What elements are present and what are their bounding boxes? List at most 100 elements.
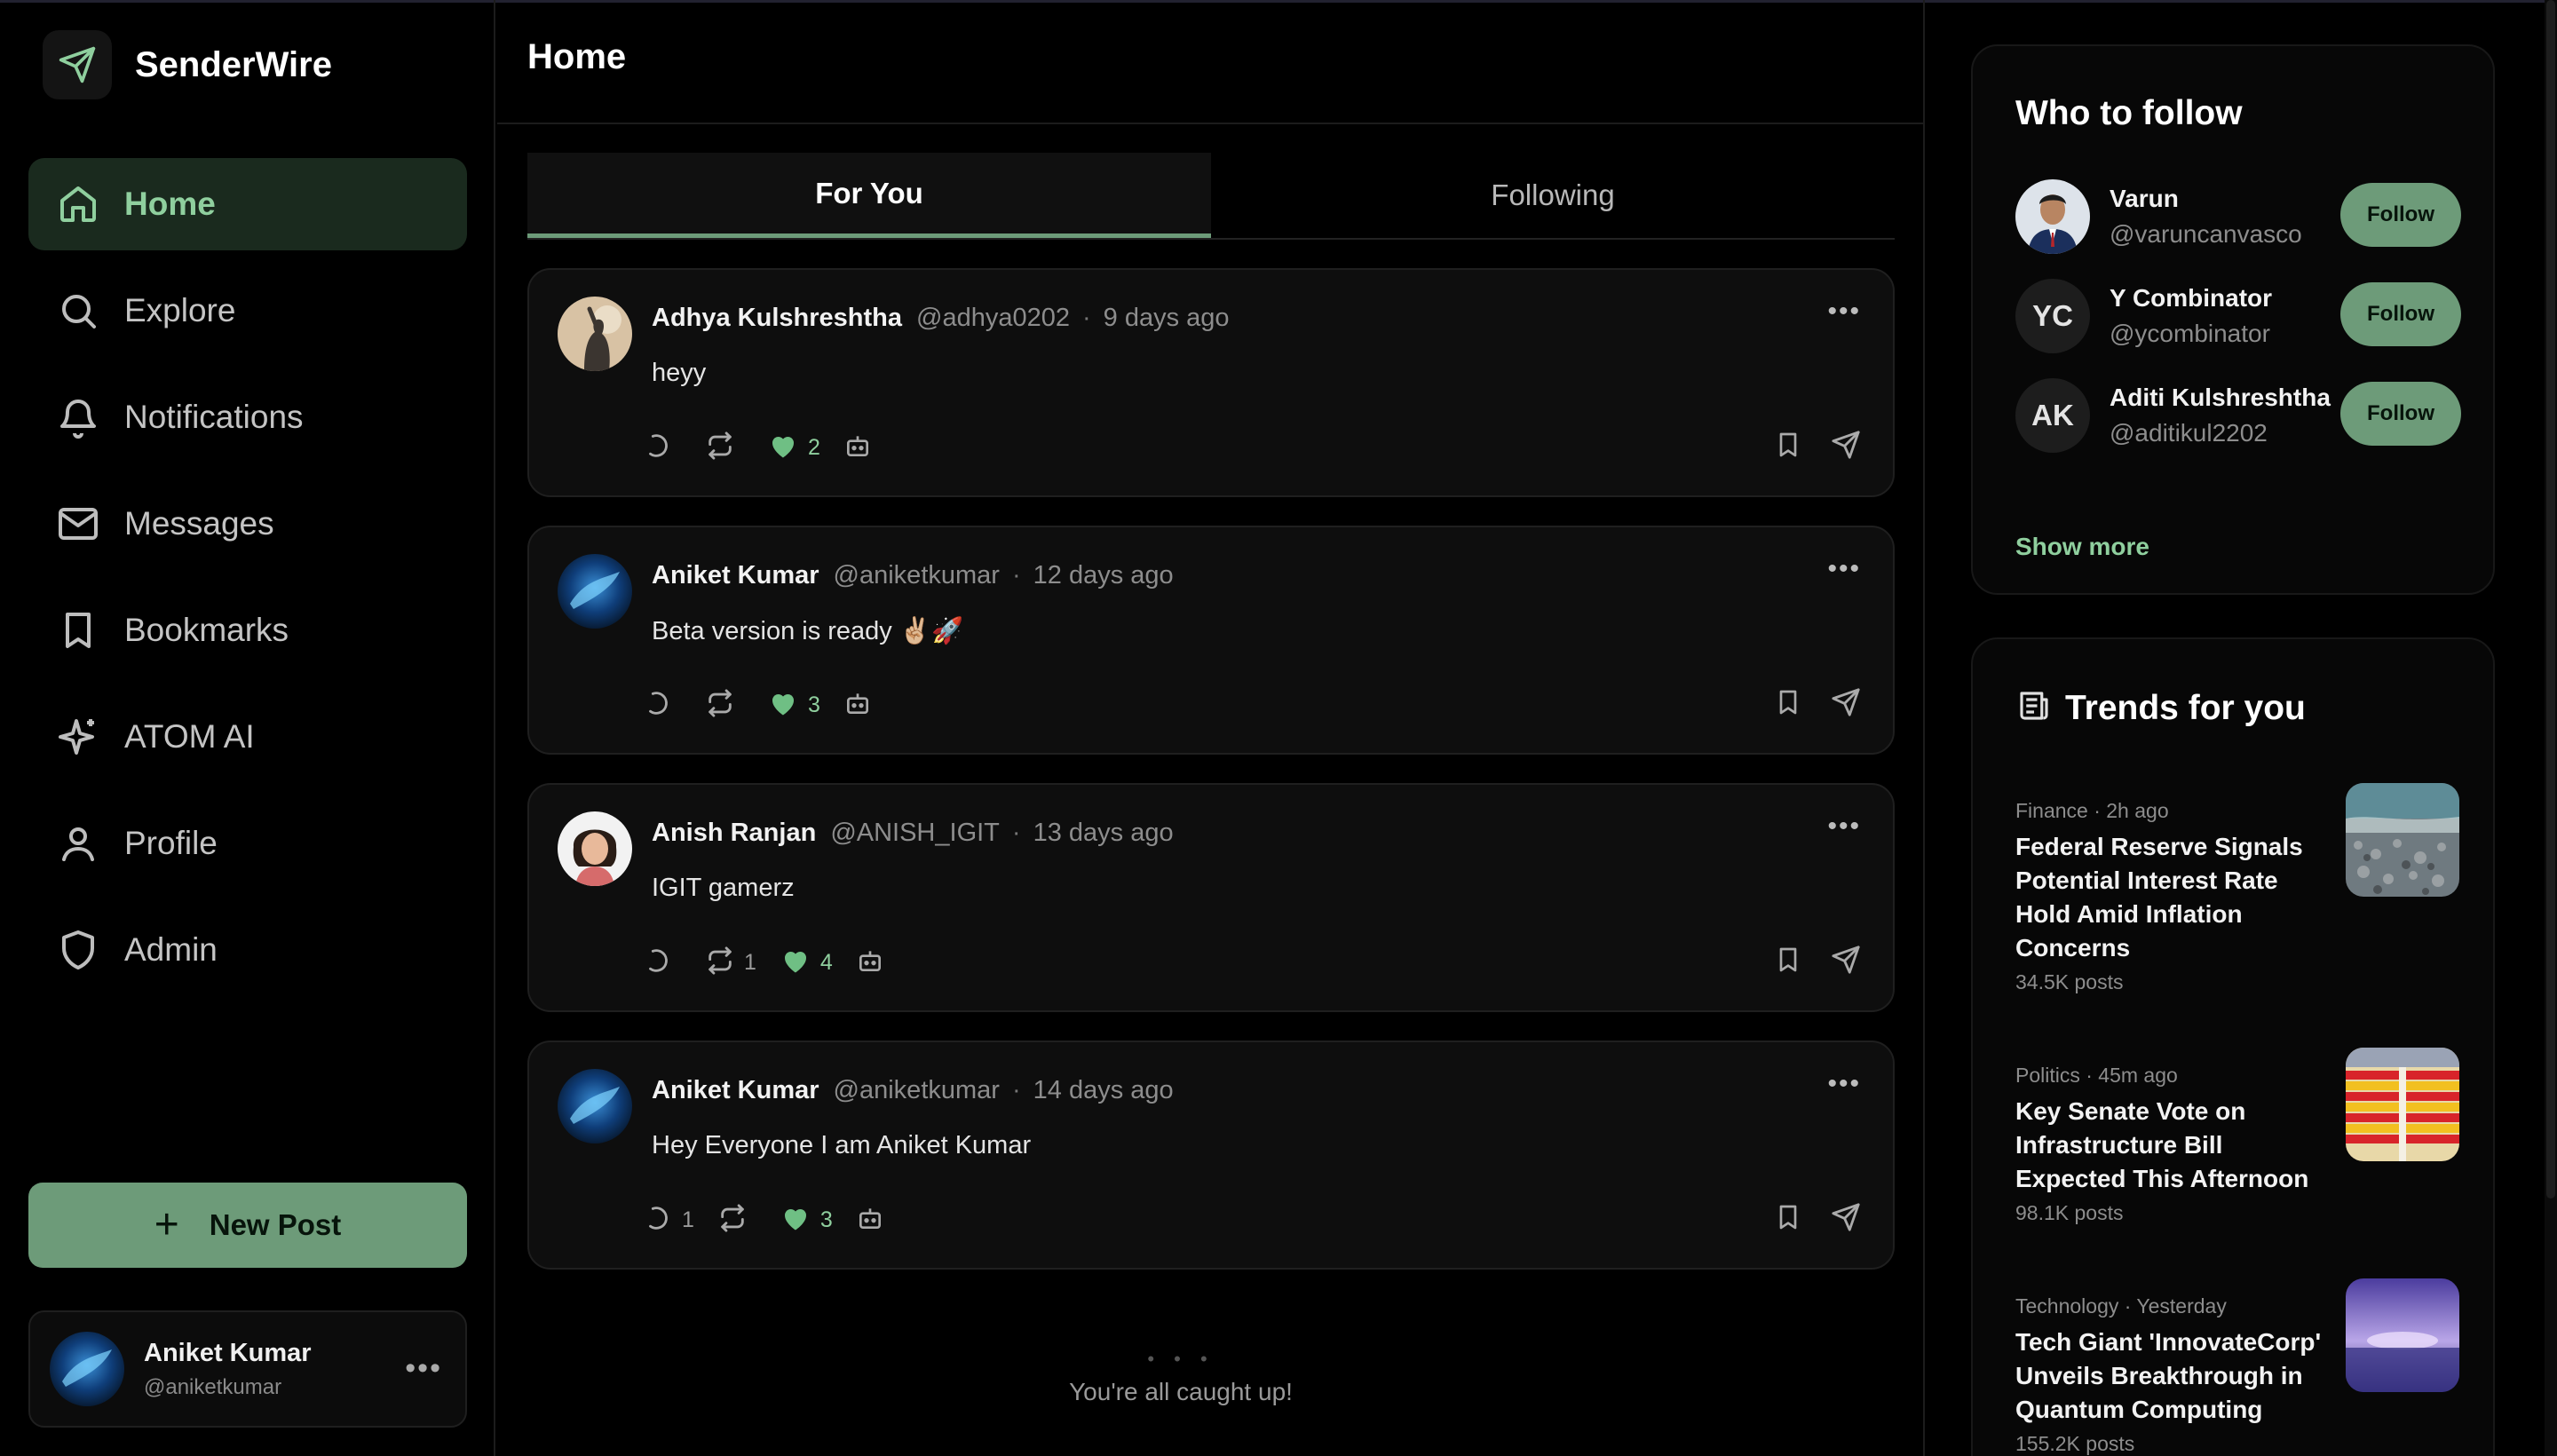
avatar[interactable] bbox=[558, 1069, 632, 1143]
ai-bot-button[interactable] bbox=[856, 1204, 884, 1237]
avatar[interactable] bbox=[558, 811, 632, 886]
new-post-button[interactable]: + New Post bbox=[28, 1183, 467, 1268]
repost-button[interactable] bbox=[705, 688, 744, 723]
send-logo-icon bbox=[43, 30, 112, 99]
like-button[interactable]: 3 bbox=[780, 1202, 833, 1238]
nav-item-notifications[interactable]: Notifications bbox=[28, 371, 467, 463]
reply-button[interactable] bbox=[643, 431, 682, 465]
avatar[interactable] bbox=[558, 554, 632, 629]
follow-button[interactable]: Follow bbox=[2340, 382, 2461, 446]
trend-item[interactable]: Finance · 2h ago Federal Reserve Signals… bbox=[2015, 783, 2459, 994]
bookmark-button[interactable] bbox=[1774, 430, 1802, 464]
post-handle[interactable]: @ANISH_IGIT bbox=[830, 819, 1000, 848]
post-author[interactable]: Aniket Kumar bbox=[652, 561, 819, 590]
nav-item-bookmarks[interactable]: Bookmarks bbox=[28, 584, 467, 677]
post-time: 14 days ago bbox=[1033, 1076, 1174, 1104]
repost-icon bbox=[705, 946, 735, 980]
reply-button[interactable] bbox=[643, 688, 682, 723]
suggested-user[interactable]: AK Aditi Kulshreshtha @aditikul2202 Foll… bbox=[2015, 378, 2461, 453]
more-options-icon[interactable]: ••• bbox=[1827, 554, 1861, 584]
repost-button[interactable]: 1 bbox=[705, 946, 756, 980]
post-text: Hey Everyone I am Aniket Kumar bbox=[652, 1131, 1032, 1159]
share-button[interactable] bbox=[1831, 945, 1861, 979]
suggested-user-handle: @ycombinator bbox=[2110, 320, 2270, 347]
nav-item-home[interactable]: Home bbox=[28, 158, 467, 250]
main-feed: Home For You Following Adhya Kulshreshth… bbox=[497, 0, 1925, 1456]
suggested-user[interactable]: YC Y Combinator @ycombinator Follow bbox=[2015, 279, 2461, 353]
reply-button[interactable]: 1 bbox=[643, 1203, 694, 1238]
post-list: Adhya Kulshreshtha @adhya0202 · 9 days a… bbox=[527, 268, 1895, 1298]
tab-for-you[interactable]: For You bbox=[527, 153, 1211, 238]
post-card[interactable]: Anish Ranjan @ANISH_IGIT · 13 days ago •… bbox=[527, 783, 1895, 1012]
share-button[interactable] bbox=[1831, 1202, 1861, 1237]
like-button[interactable]: 3 bbox=[767, 687, 820, 724]
post-actions: 1 3 bbox=[643, 1202, 907, 1238]
tab-following[interactable]: Following bbox=[1211, 153, 1895, 238]
post-text: IGIT gamerz bbox=[652, 874, 795, 902]
show-more-link[interactable]: Show more bbox=[2015, 533, 2149, 561]
scrollbar[interactable] bbox=[2545, 0, 2557, 1456]
post-handle[interactable]: @aniketkumar bbox=[834, 561, 1000, 590]
search-icon bbox=[55, 288, 101, 334]
share-button[interactable] bbox=[1831, 687, 1861, 722]
repost-button[interactable] bbox=[717, 1203, 756, 1238]
share-button[interactable] bbox=[1831, 430, 1861, 464]
post-author[interactable]: Adhya Kulshreshtha bbox=[652, 304, 902, 333]
current-user-card[interactable]: Aniket Kumar @aniketkumar ••• bbox=[28, 1310, 467, 1428]
repost-button[interactable] bbox=[705, 431, 744, 465]
like-button[interactable]: 4 bbox=[780, 945, 833, 981]
bookmark-button[interactable] bbox=[1774, 945, 1802, 979]
reply-icon bbox=[643, 1203, 673, 1238]
bookmark-button[interactable] bbox=[1774, 687, 1802, 722]
more-options-icon[interactable]: ••• bbox=[1827, 811, 1861, 842]
post-handle[interactable]: @adhya0202 bbox=[916, 304, 1070, 333]
nav-item-profile[interactable]: Profile bbox=[28, 797, 467, 890]
current-user-name: Aniket Kumar bbox=[144, 1338, 312, 1367]
main-header: Home bbox=[497, 0, 1923, 124]
nav-label: Admin bbox=[124, 931, 218, 968]
more-options-icon[interactable]: ••• bbox=[1827, 297, 1861, 327]
trend-item[interactable]: Technology · Yesterday Tech Giant 'Innov… bbox=[2015, 1278, 2459, 1456]
post-header: Aniket Kumar @aniketkumar · 12 days ago bbox=[652, 561, 1174, 590]
scrollbar-thumb[interactable] bbox=[2546, 0, 2555, 1199]
post-handle[interactable]: @aniketkumar bbox=[834, 1076, 1000, 1105]
like-button[interactable]: 2 bbox=[767, 430, 820, 466]
ai-bot-button[interactable] bbox=[843, 431, 872, 464]
send-icon bbox=[1831, 1202, 1861, 1237]
ai-bot-button[interactable] bbox=[856, 946, 884, 979]
trend-item[interactable]: Politics · 45m ago Key Senate Vote on In… bbox=[2015, 1048, 2459, 1225]
nav-item-explore[interactable]: Explore bbox=[28, 265, 467, 357]
nav-item-atom-ai[interactable]: ATOM AI bbox=[28, 691, 467, 783]
post-time: 12 days ago bbox=[1033, 561, 1174, 590]
trends-title: Trends for you bbox=[2065, 688, 2306, 727]
more-options-icon[interactable]: ••• bbox=[405, 1351, 442, 1386]
trend-post-count: 34.5K posts bbox=[2015, 970, 2124, 993]
avatar-initials: AK bbox=[2015, 378, 2090, 453]
nav-item-admin[interactable]: Admin bbox=[28, 904, 467, 996]
post-header: Aniket Kumar @aniketkumar · 14 days ago bbox=[652, 1076, 1174, 1105]
more-options-icon[interactable]: ••• bbox=[1827, 1069, 1861, 1099]
trend-thumbnail bbox=[2346, 1048, 2459, 1161]
post-actions: 3 bbox=[643, 687, 895, 724]
post-card[interactable]: Aniket Kumar @aniketkumar · 14 days ago … bbox=[527, 1041, 1895, 1270]
follow-button[interactable]: Follow bbox=[2340, 282, 2461, 346]
avatar-initials: YC bbox=[2015, 279, 2090, 353]
suggested-user[interactable]: Varun @varuncanvasco Follow bbox=[2015, 179, 2461, 254]
bookmark-button[interactable] bbox=[1774, 1202, 1802, 1237]
follow-button[interactable]: Follow bbox=[2340, 183, 2461, 247]
post-card[interactable]: Adhya Kulshreshtha @adhya0202 · 9 days a… bbox=[527, 268, 1895, 497]
nav-item-messages[interactable]: Messages bbox=[28, 478, 467, 570]
post-card[interactable]: Aniket Kumar @aniketkumar · 12 days ago … bbox=[527, 526, 1895, 755]
reply-icon bbox=[643, 688, 673, 723]
post-secondary-actions bbox=[1746, 687, 1861, 722]
post-time: 13 days ago bbox=[1033, 819, 1174, 847]
avatar[interactable] bbox=[558, 297, 632, 371]
ai-bot-button[interactable] bbox=[843, 689, 872, 722]
post-author[interactable]: Aniket Kumar bbox=[652, 1076, 819, 1105]
current-user-handle: @aniketkumar bbox=[144, 1374, 282, 1399]
bot-icon bbox=[856, 946, 884, 979]
brand[interactable]: SenderWire bbox=[43, 30, 332, 99]
bookmark-icon bbox=[55, 607, 101, 653]
reply-button[interactable] bbox=[643, 946, 682, 980]
post-author[interactable]: Anish Ranjan bbox=[652, 819, 816, 848]
